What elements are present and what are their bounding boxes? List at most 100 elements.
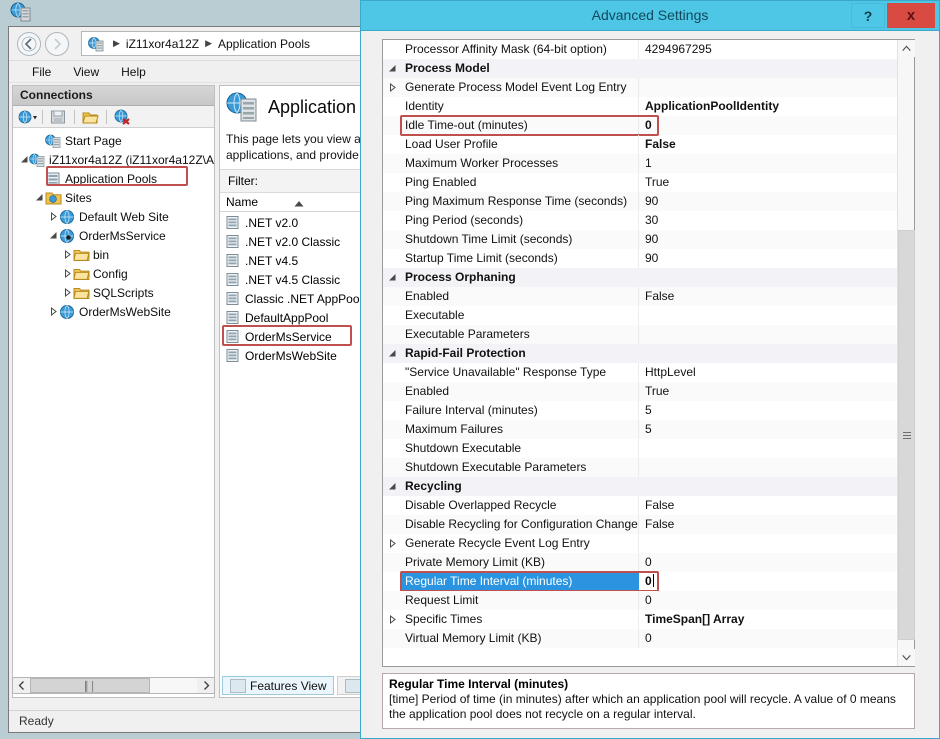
property-value[interactable]: 90 (639, 230, 897, 249)
property-row[interactable]: Ping Maximum Response Time (seconds) 90 (383, 192, 897, 211)
menu-help[interactable]: Help (110, 63, 157, 81)
property-value[interactable]: 0 (639, 591, 897, 610)
pool-row[interactable]: DefaultAppPool (220, 308, 378, 327)
property-row[interactable]: Ping Enabled True (383, 173, 897, 192)
twisty-collapsed-icon[interactable] (383, 610, 401, 629)
close-button[interactable]: x (887, 3, 935, 28)
twisty-collapsed-icon[interactable] (61, 283, 73, 302)
property-value[interactable]: ApplicationPoolIdentity (639, 97, 897, 116)
connections-tree[interactable]: Start Page iZ11xor4a12Z (iZ11xor4a12Z\A Ap… (13, 128, 214, 697)
property-value[interactable]: TimeSpan[] Array (639, 610, 897, 629)
property-value[interactable] (639, 78, 897, 97)
property-row[interactable]: Shutdown Executable (383, 439, 897, 458)
property-category-row[interactable]: Process Model (383, 59, 897, 78)
property-row[interactable]: Identity ApplicationPoolIdentity (383, 97, 897, 116)
property-row[interactable]: Idle Time-out (minutes) 0 (383, 116, 897, 135)
property-row[interactable]: Generate Recycle Event Log Entry (383, 534, 897, 553)
tree-item-ordermsservice[interactable]: OrderMsService (13, 226, 214, 245)
scroll-up-button[interactable] (898, 40, 915, 57)
property-grid-rows[interactable]: Processor Affinity Mask (64-bit option) 4… (383, 40, 897, 666)
property-value[interactable]: 0 (639, 116, 897, 135)
property-row[interactable]: Startup Time Limit (seconds) 90 (383, 249, 897, 268)
twisty-expanded-icon[interactable] (47, 226, 59, 245)
property-row[interactable]: Load User Profile False (383, 135, 897, 154)
twisty-expanded-icon[interactable] (19, 150, 29, 169)
property-value[interactable]: 5 (639, 420, 897, 439)
property-row[interactable]: Executable (383, 306, 897, 325)
connections-horizontal-scrollbar[interactable]: ║│ (12, 677, 215, 694)
property-row[interactable]: Regular Time Interval (minutes) 0 (383, 572, 897, 591)
property-row[interactable]: Generate Process Model Event Log Entry (383, 78, 897, 97)
property-value[interactable]: False (639, 287, 897, 306)
breadcrumb-server[interactable]: iZ11xor4a12Z (126, 37, 199, 51)
property-value[interactable] (639, 306, 897, 325)
help-button[interactable]: ? (851, 3, 885, 28)
column-header-name[interactable]: Name (220, 193, 378, 212)
twisty-collapsed-icon[interactable] (383, 78, 401, 97)
property-value[interactable]: False (639, 496, 897, 515)
property-value[interactable] (639, 458, 897, 477)
back-button[interactable] (17, 32, 41, 56)
tree-item-sqlscripts[interactable]: SQLScripts (13, 283, 214, 302)
property-value[interactable]: 1 (639, 154, 897, 173)
pool-row[interactable]: .NET v2.0 (220, 213, 378, 232)
save-connections-icon[interactable] (50, 109, 67, 125)
property-value[interactable] (516, 268, 897, 287)
property-value[interactable]: 30 (639, 211, 897, 230)
scroll-down-button[interactable] (898, 649, 915, 666)
forward-button[interactable] (45, 32, 69, 56)
property-row[interactable]: Enabled False (383, 287, 897, 306)
tree-item-start-page[interactable]: Start Page (13, 131, 214, 150)
property-row[interactable]: Processor Affinity Mask (64-bit option) 4… (383, 40, 897, 59)
property-value[interactable]: 90 (639, 192, 897, 211)
scroll-left-button[interactable] (13, 678, 30, 693)
twisty-expanded-icon[interactable] (383, 268, 401, 287)
twisty-collapsed-icon[interactable] (383, 534, 401, 553)
property-row[interactable]: Executable Parameters (383, 325, 897, 344)
property-row[interactable]: Virtual Memory Limit (KB) 0 (383, 629, 897, 648)
property-row[interactable]: Maximum Failures 5 (383, 420, 897, 439)
property-row[interactable]: Maximum Worker Processes 1 (383, 154, 897, 173)
pool-row[interactable]: Classic .NET AppPool (220, 289, 378, 308)
property-value[interactable]: 0 (639, 572, 897, 591)
property-value[interactable] (639, 325, 897, 344)
property-value[interactable]: 0 (639, 629, 897, 648)
property-category-row[interactable]: Process Orphaning (383, 268, 897, 287)
tree-item-bin[interactable]: bin (13, 245, 214, 264)
tab-features-view[interactable]: Features View (222, 676, 335, 695)
menu-file[interactable]: File (21, 63, 62, 81)
application-pool-list[interactable]: .NET v2.0 .NET v2.0 Classic .NET v4.5 .NET … (220, 212, 378, 365)
property-grid[interactable]: Processor Affinity Mask (64-bit option) 4… (382, 39, 915, 667)
twisty-collapsed-icon[interactable] (47, 207, 59, 226)
property-value[interactable]: True (639, 173, 897, 192)
scroll-right-button[interactable] (197, 678, 214, 693)
property-value[interactable] (462, 477, 897, 496)
pool-row[interactable]: .NET v4.5 (220, 251, 378, 270)
property-value[interactable]: True (639, 382, 897, 401)
twisty-expanded-icon[interactable] (383, 59, 401, 78)
tree-item-iz11xor4a12z-iz11xor4a12z-a[interactable]: iZ11xor4a12Z (iZ11xor4a12Z\A (13, 150, 214, 169)
property-row[interactable]: Specific Times TimeSpan[] Array (383, 610, 897, 629)
property-value[interactable] (639, 534, 897, 553)
tree-item-config[interactable]: Config (13, 264, 214, 283)
twisty-collapsed-icon[interactable] (61, 264, 73, 283)
property-value[interactable]: False (639, 515, 897, 534)
property-row[interactable]: "Service Unavailable" Response Type HttpL… (383, 363, 897, 382)
property-row[interactable]: Shutdown Executable Parameters (383, 458, 897, 477)
property-value[interactable]: False (639, 135, 897, 154)
tree-item-default-web-site[interactable]: Default Web Site (13, 207, 214, 226)
property-value[interactable]: 5 (639, 401, 897, 420)
twisty-expanded-icon[interactable] (383, 344, 401, 363)
property-value[interactable]: HttpLevel (639, 363, 897, 382)
property-row[interactable]: Ping Period (seconds) 30 (383, 211, 897, 230)
property-row[interactable]: Enabled True (383, 382, 897, 401)
twisty-expanded-icon[interactable] (383, 477, 401, 496)
dialog-title-bar[interactable]: Advanced Settings ? x (361, 1, 939, 31)
property-row[interactable]: Disable Overlapped Recycle False (383, 496, 897, 515)
pool-row[interactable]: .NET v4.5 Classic (220, 270, 378, 289)
property-grid-scrollbar[interactable] (897, 40, 915, 666)
pool-row[interactable]: OrderMsService (220, 327, 378, 346)
tree-item-ordermswebsite[interactable]: OrderMsWebSite (13, 302, 214, 321)
menu-view[interactable]: View (62, 63, 110, 81)
property-row[interactable]: Failure Interval (minutes) 5 (383, 401, 897, 420)
